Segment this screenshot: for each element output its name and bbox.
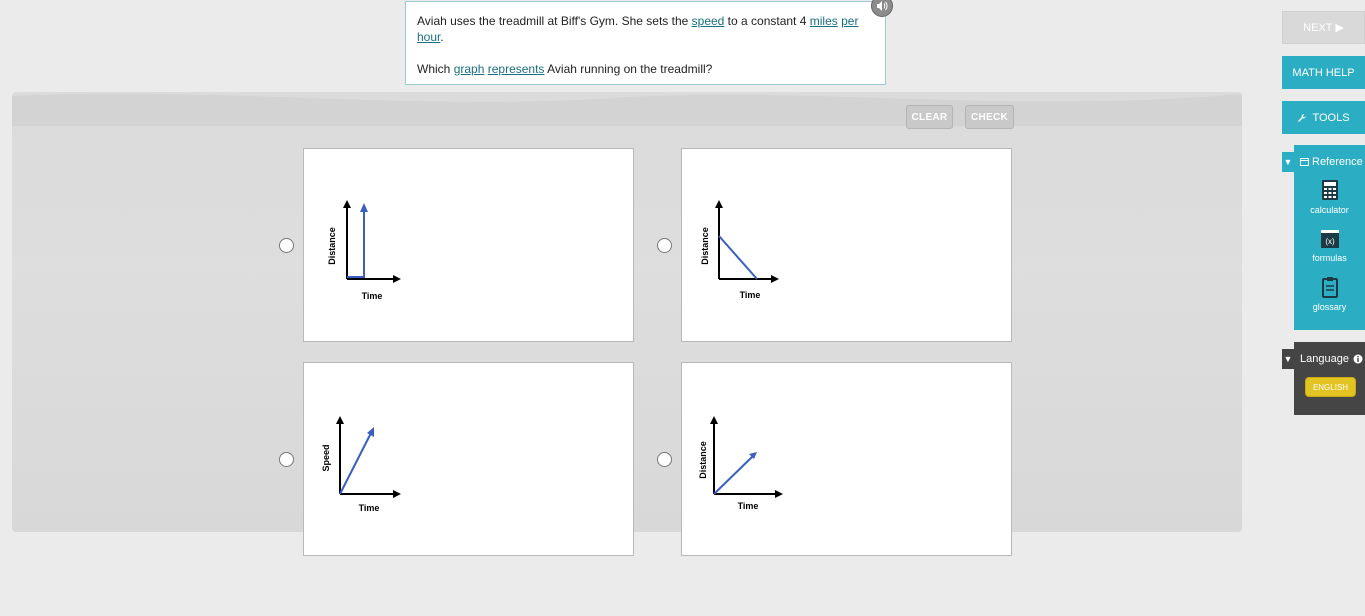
option-1-radio[interactable] (279, 238, 294, 253)
background-wave (12, 93, 1242, 126)
x-axis-label: Time (740, 290, 761, 300)
y-axis-label: Distance (327, 227, 337, 265)
language-label: Language (1300, 353, 1349, 365)
question-prompt: Aviah uses the treadmill at Biff's Gym. … (405, 1, 886, 85)
option-2-card[interactable]: Distance Time (681, 148, 1012, 342)
option-4-card[interactable]: Distance Time (681, 362, 1012, 556)
x-axis-label: Time (359, 503, 380, 513)
wrench-icon (1298, 113, 1307, 122)
book-icon (1300, 158, 1309, 166)
formulas-tool[interactable]: (x) formulas (1294, 229, 1365, 263)
audio-play-button[interactable] (871, 0, 893, 17)
language-collapse-toggle[interactable]: ▼ (1282, 349, 1294, 369)
y-axis-label: Distance (700, 227, 710, 265)
info-icon[interactable] (1353, 354, 1363, 364)
language-english-button[interactable]: ENGLISH (1305, 377, 1356, 397)
reference-collapse-toggle[interactable]: ▼ (1282, 152, 1294, 172)
clipboard-icon (1321, 277, 1338, 298)
option-1-card[interactable]: Distance Time (303, 148, 634, 342)
formulas-label: formulas (1312, 253, 1347, 263)
x-axis-label: Time (362, 291, 383, 301)
option-3-card[interactable]: Speed Time (303, 362, 634, 556)
question-text-line1: Aviah uses the treadmill at Biff's Gym. … (417, 13, 874, 45)
question-text: to a constant 4 (724, 14, 810, 28)
option-2-radio[interactable] (657, 238, 672, 253)
next-button[interactable]: NEXT ▶ (1282, 11, 1365, 44)
question-text: Aviah uses the treadmill at Biff's Gym. … (417, 14, 692, 28)
question-text: . (440, 30, 444, 44)
x-axis-label: Time (738, 501, 759, 511)
vocab-link-represents[interactable]: represents (488, 62, 545, 76)
caret-down-icon: ▼ (1283, 157, 1293, 167)
formula-icon: (x) (1320, 230, 1339, 248)
y-axis-label: Speed (321, 444, 331, 471)
option-4-graph: Distance Time (698, 416, 783, 511)
caret-down-icon: ▼ (1283, 354, 1293, 364)
language-title: Language (1300, 353, 1363, 365)
question-text: Aviah running on the treadmill? (544, 62, 713, 76)
reference-panel: Reference calculator (x) formulas glossa… (1294, 145, 1365, 330)
glossary-label: glossary (1312, 302, 1347, 312)
question-text: Which (417, 62, 454, 76)
option-1-graph: Distance Time (327, 200, 401, 301)
reference-label: Reference (1312, 156, 1363, 168)
glossary-tool[interactable]: glossary (1294, 276, 1365, 312)
vocab-link-per[interactable]: per (841, 14, 858, 28)
option-3-radio[interactable] (279, 452, 294, 467)
vocab-link-miles[interactable]: miles (810, 14, 838, 28)
option-2-graph: Distance Time (700, 200, 779, 300)
vocab-link-hour[interactable]: hour (417, 30, 440, 44)
speaker-icon (877, 1, 888, 11)
check-button[interactable]: CHECK (965, 105, 1014, 129)
tools-button[interactable]: TOOLS (1282, 101, 1365, 134)
language-panel: Language ENGLISH (1294, 342, 1365, 415)
math-help-button[interactable]: MATH HELP (1282, 56, 1365, 89)
vocab-link-graph[interactable]: graph (454, 62, 485, 76)
option-4-radio[interactable] (657, 452, 672, 467)
tools-label: TOOLS (1312, 111, 1350, 124)
y-axis-label: Distance (698, 441, 708, 479)
svg-text:(x): (x) (1325, 237, 1335, 246)
calculator-icon (1321, 180, 1338, 200)
option-3-graph: Speed Time (321, 416, 401, 513)
calculator-label: calculator (1310, 205, 1349, 215)
question-text-line2: Which graph represents Aviah running on … (417, 61, 874, 77)
reference-title: Reference (1300, 156, 1363, 168)
vocab-link-speed[interactable]: speed (692, 14, 725, 28)
clear-button[interactable]: CLEAR (906, 105, 953, 129)
calculator-tool[interactable]: calculator (1294, 179, 1365, 215)
